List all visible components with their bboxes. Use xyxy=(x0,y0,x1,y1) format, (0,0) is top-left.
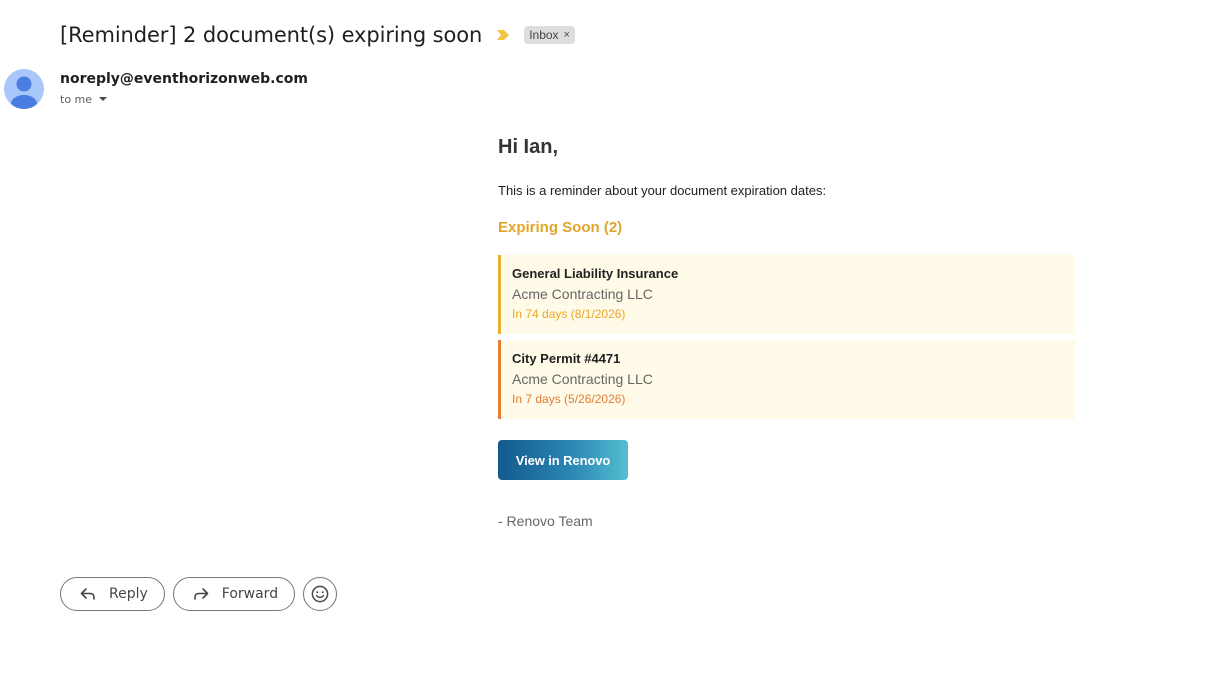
forward-label: Forward xyxy=(221,586,279,602)
email-subject: [Reminder] 2 document(s) expiring soon xyxy=(60,23,483,47)
message-actions: Reply Forward xyxy=(60,577,338,611)
reply-icon xyxy=(79,585,97,603)
sender-email[interactable]: noreply@eventhorizonweb.com xyxy=(60,71,308,87)
inbox-label-text: Inbox xyxy=(529,28,559,42)
recipient-label: to me xyxy=(60,92,93,106)
person-avatar-icon xyxy=(11,76,37,109)
chevron-down-icon xyxy=(96,92,110,106)
expiring-section-heading: Expiring Soon (2) xyxy=(498,219,623,236)
email-signature: - Renovo Team xyxy=(498,513,593,529)
emoji-react-button[interactable] xyxy=(303,577,338,611)
document-due-date: In 7 days (5/26/2026) xyxy=(512,392,626,406)
email-greeting: Hi Ian, xyxy=(498,136,559,158)
emoji-react-icon xyxy=(311,585,329,603)
sender-avatar[interactable] xyxy=(4,69,44,109)
inbox-label-chip: Inbox × xyxy=(524,26,575,44)
document-name: City Permit #4471 xyxy=(512,351,621,366)
forward-icon xyxy=(192,585,210,603)
reply-button[interactable]: Reply xyxy=(60,577,165,611)
remove-label-icon[interactable]: × xyxy=(564,28,570,42)
document-card: General Liability Insurance Acme Contrac… xyxy=(498,255,1075,334)
view-in-renovo-button[interactable]: View in Renovo xyxy=(498,440,628,480)
email-intro: This is a reminder about your document e… xyxy=(498,183,827,198)
document-due-date: In 74 days (8/1/2026) xyxy=(512,307,626,321)
recipient-details-toggle[interactable]: to me xyxy=(60,92,110,106)
reply-label: Reply xyxy=(109,586,148,602)
forward-button[interactable]: Forward xyxy=(172,577,296,611)
subject-row: [Reminder] 2 document(s) expiring soon I… xyxy=(60,20,575,50)
document-company: Acme Contracting LLC xyxy=(512,371,653,387)
importance-marker-icon[interactable] xyxy=(496,28,510,42)
document-company: Acme Contracting LLC xyxy=(512,286,653,302)
document-name: General Liability Insurance xyxy=(512,266,679,281)
email-body: Hi Ian, This is a reminder about your do… xyxy=(498,134,1098,530)
document-card: City Permit #4471 Acme Contracting LLC I… xyxy=(498,340,1075,419)
